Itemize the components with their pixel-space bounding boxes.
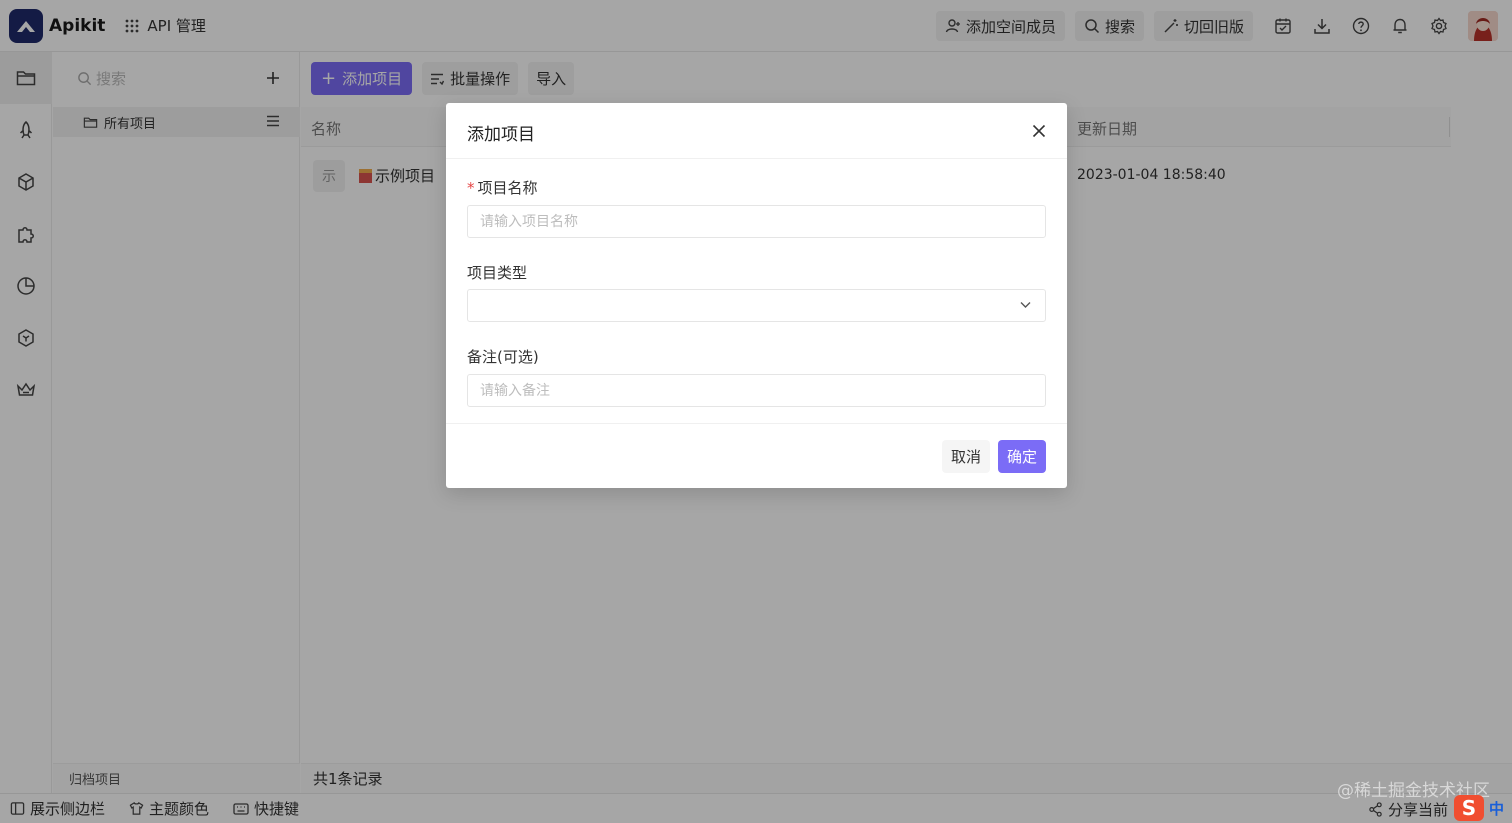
dialog-title: 添加项目	[467, 125, 535, 145]
note-label: 备注(可选)	[467, 348, 539, 366]
dialog-footer-divider	[446, 423, 1067, 424]
note-input[interactable]	[467, 374, 1046, 407]
chevron-down-icon	[1020, 302, 1031, 308]
confirm-button[interactable]: 确定	[998, 440, 1046, 473]
project-type-select[interactable]	[467, 289, 1046, 322]
cancel-button[interactable]: 取消	[942, 440, 990, 473]
project-name-label: * 项目名称	[467, 177, 538, 198]
project-type-label: 项目类型	[467, 264, 528, 282]
project-name-input[interactable]	[467, 205, 1046, 238]
dialog-header: 添加项目	[446, 103, 1067, 159]
ime-logo-icon: S	[1454, 795, 1484, 821]
project-name-label-text: 项目名称	[477, 179, 538, 197]
ime-indicator[interactable]: S 中	[1454, 793, 1512, 823]
ime-language: 中	[1489, 799, 1505, 818]
add-project-dialog: 添加项目 *项目名称 项目类型 备注(可选) 取消 确定	[446, 103, 1067, 488]
close-icon[interactable]	[1029, 121, 1049, 141]
required-mark: *	[467, 179, 475, 197]
